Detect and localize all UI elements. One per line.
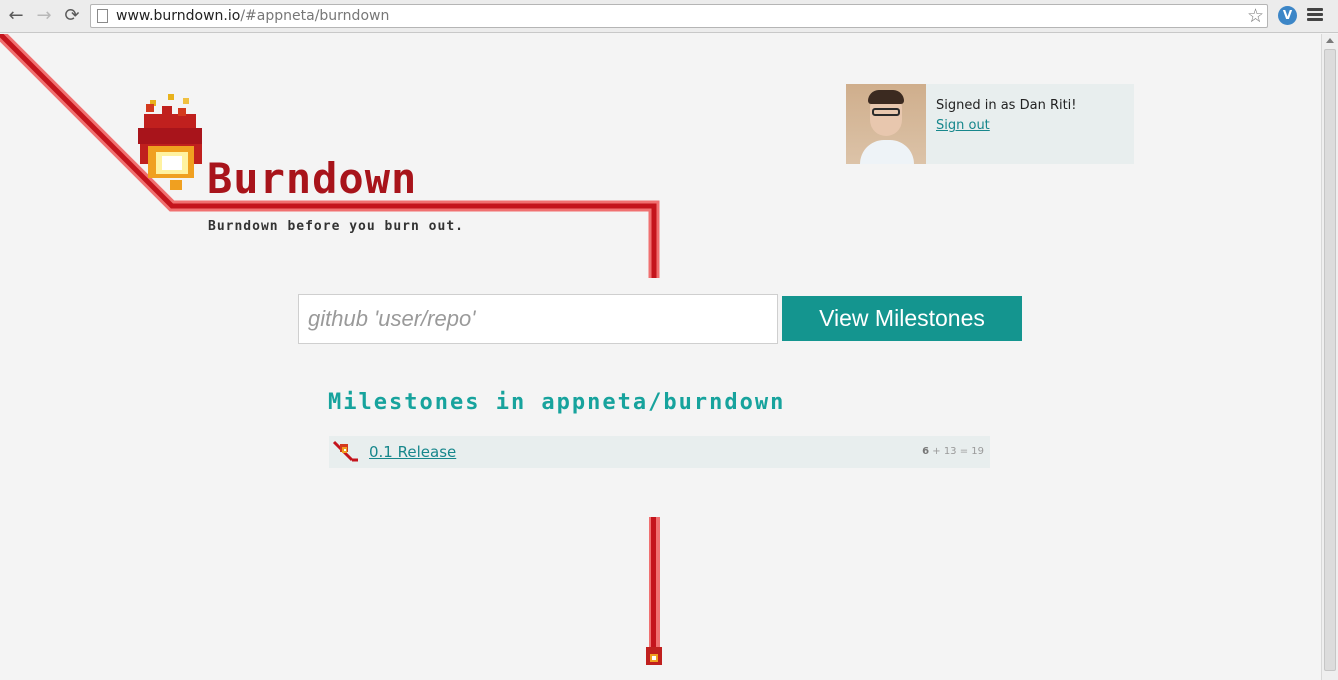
forward-icon[interactable]: → xyxy=(33,5,55,27)
url-text: www.burndown.io/#appneta/burndown xyxy=(116,8,389,24)
star-icon[interactable]: ☆ xyxy=(1247,5,1264,27)
avatar xyxy=(846,84,926,164)
milestone-counts: 6 + 13 = 19 xyxy=(922,446,984,457)
scrollbar[interactable] xyxy=(1321,34,1338,680)
page-content: Burndown Burndown before you burn out. S… xyxy=(0,34,1321,680)
page-icon xyxy=(97,9,108,23)
fire-icon xyxy=(646,647,662,665)
view-milestones-button[interactable]: View Milestones xyxy=(782,296,1022,341)
milestone-link[interactable]: 0.1 Release xyxy=(369,443,456,461)
url-path: /#appneta/burndown xyxy=(240,8,390,24)
scroll-thumb[interactable] xyxy=(1324,49,1336,671)
user-card: Signed in as Dan Riti! Sign out xyxy=(846,84,1134,164)
extension-icon[interactable]: V xyxy=(1278,6,1297,25)
signed-in-text: Signed in as Dan Riti! xyxy=(936,98,1077,113)
tagline: Burndown before you burn out. xyxy=(208,219,464,234)
count-rest: + 13 = 19 xyxy=(929,446,984,457)
menu-icon[interactable] xyxy=(1307,8,1323,24)
site-title[interactable]: Burndown xyxy=(207,158,417,200)
milestones-heading: Milestones in appneta/burndown xyxy=(328,390,786,415)
scroll-up-icon[interactable] xyxy=(1326,38,1334,43)
url-host: www.burndown.io xyxy=(116,8,241,24)
repo-search-input[interactable] xyxy=(298,294,778,344)
sign-out-link[interactable]: Sign out xyxy=(936,118,990,133)
list-item[interactable]: 0.1 Release 6 + 13 = 19 xyxy=(329,436,990,468)
fire-icon xyxy=(332,440,358,462)
back-icon[interactable]: ← xyxy=(5,5,27,27)
reload-icon[interactable]: ⟳ xyxy=(61,5,83,27)
address-bar[interactable]: www.burndown.io/#appneta/burndown ☆ xyxy=(90,4,1268,28)
browser-toolbar: ← → ⟳ www.burndown.io/#appneta/burndown … xyxy=(0,0,1338,33)
